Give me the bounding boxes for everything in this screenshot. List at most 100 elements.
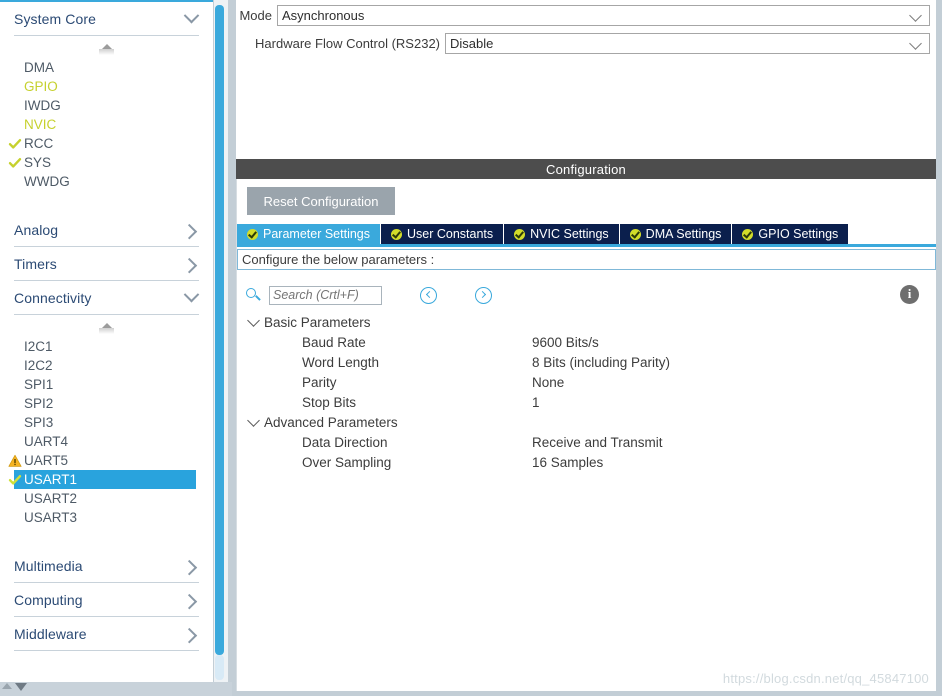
- status-placeholder-icon: [8, 99, 22, 113]
- sidebar-item-uart5[interactable]: UART5: [0, 451, 213, 470]
- sidebar-section-system-core[interactable]: System Core: [14, 2, 200, 36]
- sidebar-item-spi1[interactable]: SPI1: [0, 375, 213, 394]
- mode-row-label: Mode: [239, 7, 272, 23]
- parameter-value[interactable]: 8 Bits (including Parity): [532, 355, 670, 370]
- check-icon: [8, 156, 22, 170]
- chevron-down-icon: [183, 7, 200, 23]
- tab-nvic-settings[interactable]: NVIC Settings: [504, 224, 620, 244]
- sidebar-scrollbar-thumb-tail[interactable]: [215, 655, 224, 680]
- sidebar-section-label: Analog: [14, 221, 59, 238]
- sidebar-item-label: UART4: [24, 434, 69, 449]
- sidebar-item-label: RCC: [24, 136, 54, 151]
- sidebar-item-rcc[interactable]: RCC: [0, 134, 213, 153]
- sidebar-section-multimedia[interactable]: Multimedia: [14, 549, 199, 583]
- parameter-group-label: Advanced Parameters: [264, 414, 398, 430]
- tab-check-icon: [629, 228, 641, 240]
- sidebar-section-list: System Core DMA GPIO IWDG NVIC RCC SYS WWDG Anal…: [0, 2, 213, 651]
- sidebar-item-label: GPIO: [24, 79, 58, 94]
- sidebar-item-label: SPI2: [24, 396, 54, 411]
- parameter-row[interactable]: Over Sampling 16 Samples: [247, 452, 936, 472]
- sidebar-item-gpio[interactable]: GPIO: [0, 77, 213, 96]
- sidebar-item-label: WWDG: [24, 174, 70, 189]
- parameter-name: Over Sampling: [302, 454, 392, 470]
- sidebar-item-uart4[interactable]: UART4: [0, 432, 213, 451]
- horizontal-scrollbar[interactable]: [0, 682, 232, 696]
- sidebar-item-i2c2[interactable]: I2C2: [0, 356, 213, 375]
- scroll-arrow-group[interactable]: [2, 683, 27, 691]
- configuration-title: Configuration: [546, 161, 626, 177]
- parameter-value[interactable]: None: [532, 375, 564, 390]
- configuration-note-bar: Configure the below parameters :: [237, 249, 936, 270]
- sidebar-section-label: Connectivity: [14, 289, 92, 306]
- parameter-value[interactable]: Receive and Transmit: [532, 435, 663, 450]
- sidebar-item-spi3[interactable]: SPI3: [0, 413, 213, 432]
- list-scroll-up-icon[interactable]: [0, 315, 213, 337]
- chevron-right-icon: [181, 223, 198, 239]
- list-scroll-up-icon[interactable]: [0, 36, 213, 58]
- sidebar-item-label: SYS: [24, 155, 52, 170]
- status-placeholder-icon: [8, 378, 22, 392]
- parameter-value[interactable]: 9600 Bits/s: [532, 335, 599, 350]
- mode-row-value: Asynchronous: [282, 7, 365, 23]
- status-placeholder-icon: [8, 61, 22, 75]
- search-input[interactable]: [269, 285, 382, 305]
- reset-configuration-button[interactable]: Reset Configuration: [247, 187, 395, 215]
- parameter-tree: Basic Parameters Baud Rate 9600 Bits/s Word…: [237, 312, 936, 472]
- sidebar-item-i2c1[interactable]: I2C1: [0, 337, 213, 356]
- parameter-row[interactable]: Baud Rate 9600 Bits/s: [247, 332, 936, 352]
- parameter-name: Stop Bits: [302, 394, 357, 410]
- parameter-value[interactable]: 16 Samples: [532, 455, 603, 470]
- parameter-group-advanced-parameters[interactable]: Advanced Parameters: [247, 412, 936, 432]
- sidebar-section-connectivity[interactable]: Connectivity: [14, 281, 200, 315]
- parameter-value[interactable]: 1: [532, 395, 540, 410]
- status-placeholder-icon: [8, 175, 22, 189]
- parameter-row[interactable]: Stop Bits 1: [247, 392, 936, 412]
- peripheral-list: DMA GPIO IWDG NVIC RCC SYS WWDG: [0, 36, 213, 213]
- parameter-name: Word Length: [302, 354, 380, 370]
- parameter-group-basic-parameters[interactable]: Basic Parameters: [247, 312, 936, 332]
- sidebar-item-label: USART3: [24, 510, 78, 525]
- sidebar-item-usart1[interactable]: USART1: [8, 470, 196, 489]
- sidebar-item-nvic[interactable]: NVIC: [0, 115, 213, 134]
- status-placeholder-icon: [8, 416, 22, 430]
- parameter-row[interactable]: Data Direction Receive and Transmit: [247, 432, 936, 452]
- sidebar-section-label: Multimedia: [14, 557, 83, 574]
- sidebar-section-computing[interactable]: Computing: [14, 583, 199, 617]
- chevron-down-icon: [909, 36, 922, 50]
- parameter-row[interactable]: Word Length 8 Bits (including Parity): [247, 352, 936, 372]
- sidebar-scrollbar-thumb[interactable]: [215, 5, 224, 655]
- sidebar-section-middleware[interactable]: Middleware: [14, 617, 199, 651]
- peripheral-sidebar: System Core DMA GPIO IWDG NVIC RCC SYS WWDG Anal…: [0, 0, 213, 682]
- sidebar-item-label: I2C1: [24, 339, 53, 354]
- chevron-down-icon: [909, 8, 922, 22]
- chevron-down-icon: [183, 286, 200, 302]
- sidebar-section-label: Computing: [14, 591, 83, 608]
- sidebar-item-dma[interactable]: DMA: [0, 58, 213, 77]
- tab-check-icon: [247, 228, 258, 240]
- peripheral-list-padding: [0, 527, 213, 549]
- sidebar-section-timers[interactable]: Timers: [14, 247, 199, 281]
- tab-label: DMA Settings: [645, 227, 722, 241]
- tab-parameter-settings[interactable]: Parameter Settings: [237, 224, 381, 244]
- mode-row-dropdown[interactable]: Disable: [445, 32, 930, 54]
- search-icon: [245, 287, 261, 303]
- tab-user-constants[interactable]: User Constants: [381, 224, 505, 244]
- sidebar-section-analog[interactable]: Analog: [14, 213, 199, 247]
- info-icon[interactable]: [900, 285, 919, 304]
- scroll-up-arrow-icon[interactable]: [2, 683, 12, 689]
- tab-gpio-settings[interactable]: GPIO Settings: [732, 224, 850, 244]
- window-right-edge: [936, 0, 942, 696]
- parameter-row[interactable]: Parity None: [247, 372, 936, 392]
- scroll-down-arrow-icon[interactable]: [15, 683, 27, 691]
- sidebar-item-spi2[interactable]: SPI2: [0, 394, 213, 413]
- sidebar-item-usart2[interactable]: USART2: [0, 489, 213, 508]
- next-match-icon[interactable]: [475, 286, 492, 304]
- sidebar-item-usart3[interactable]: USART3: [0, 508, 213, 527]
- previous-match-icon[interactable]: [420, 286, 437, 304]
- tab-label: GPIO Settings: [758, 227, 839, 241]
- mode-row-dropdown[interactable]: Asynchronous: [277, 4, 930, 26]
- tab-dma-settings[interactable]: DMA Settings: [619, 224, 733, 244]
- sidebar-item-iwdg[interactable]: IWDG: [0, 96, 213, 115]
- sidebar-item-wwdg[interactable]: WWDG: [0, 172, 213, 191]
- sidebar-item-sys[interactable]: SYS: [0, 153, 213, 172]
